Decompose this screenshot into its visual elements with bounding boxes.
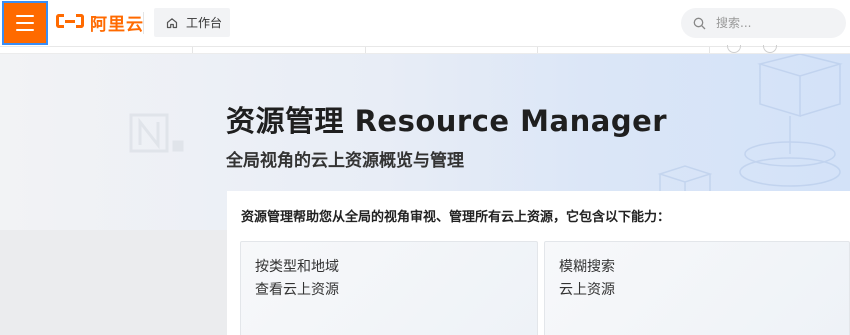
feature-title-line: 模糊搜索 <box>559 259 615 275</box>
feature-title-line: 云上资源 <box>559 282 615 298</box>
hamburger-icon <box>16 15 34 17</box>
aliyun-logo-icon <box>56 14 84 30</box>
feature-card-by-type-region[interactable]: 按类型和地域 查看云上资源 <box>240 241 538 335</box>
nav-strip-icon[interactable] <box>727 45 741 53</box>
secondary-nav-strip <box>0 45 850 54</box>
search-icon <box>693 17 706 29</box>
feature-card-fuzzy-search[interactable]: 模糊搜索 云上资源 <box>544 241 850 335</box>
decorative-watermark-glyph <box>129 113 184 153</box>
feature-title-line: 按类型和地域 <box>255 259 339 275</box>
menu-button[interactable] <box>2 1 48 45</box>
workbench-button[interactable]: 工作台 <box>154 8 230 37</box>
search-box[interactable] <box>681 8 846 38</box>
search-input[interactable] <box>714 15 838 31</box>
capabilities-card: 资源管理帮助您从全局的视角审视、管理所有云上资源，它包含以下能力： 按类型和地域… <box>227 191 850 335</box>
hero-banner: 资源管理 Resource Manager 全局视角的云上资源概览与管理 资源管… <box>0 54 850 335</box>
top-navigation-bar: 阿里云 工作台 <box>0 0 850 47</box>
feature-title-line: 查看云上资源 <box>255 282 339 298</box>
page-subtitle: 全局视角的云上资源概览与管理 <box>226 151 464 171</box>
home-icon <box>166 17 178 28</box>
banner-lower-band <box>0 230 230 335</box>
capabilities-description: 资源管理帮助您从全局的视角审视、管理所有云上资源，它包含以下能力： <box>241 210 671 225</box>
nav-strip-icon[interactable] <box>763 45 777 53</box>
aliyun-logo[interactable]: 阿里云 <box>56 11 144 35</box>
logo-text: 阿里云 <box>90 14 144 35</box>
page-title: 资源管理 Resource Manager <box>226 104 668 138</box>
header-divider <box>143 12 144 34</box>
workbench-label: 工作台 <box>186 16 223 30</box>
